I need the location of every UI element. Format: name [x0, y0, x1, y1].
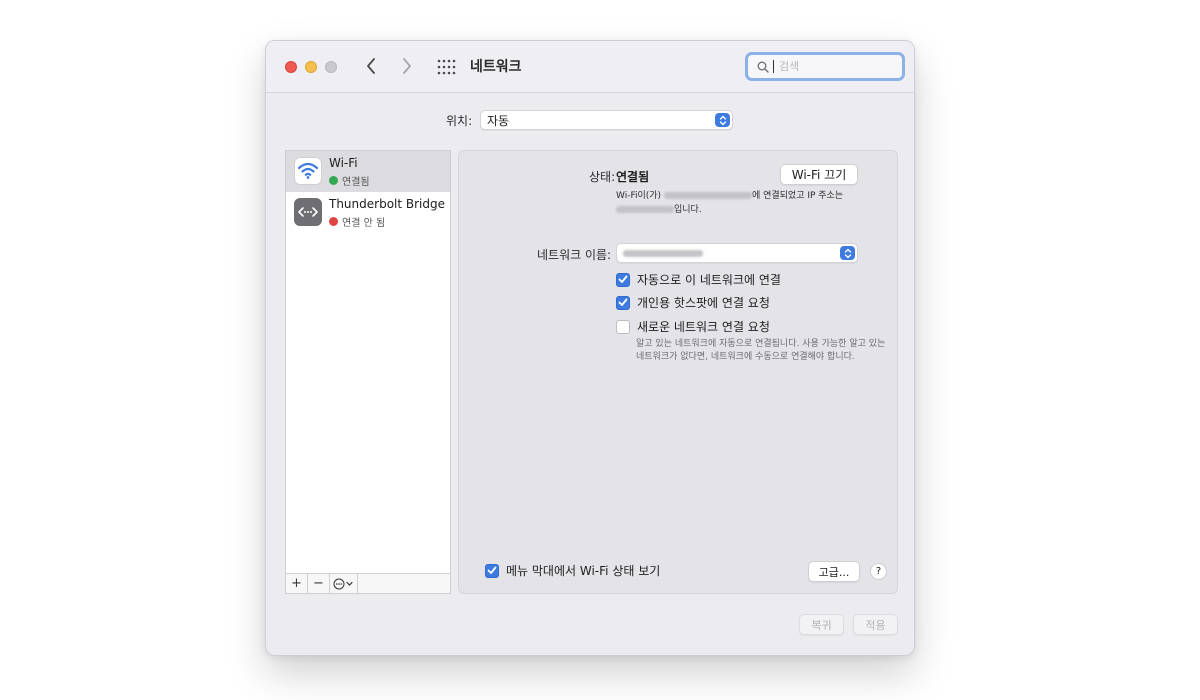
add-service-button[interactable]: + [286, 574, 308, 593]
search-icon [757, 61, 769, 73]
forward-chevron-icon [403, 58, 411, 74]
back-chevron-icon [367, 58, 375, 74]
apply-button[interactable]: 적용 [853, 614, 898, 635]
service-name: Wi-Fi [329, 156, 358, 170]
redacted-network-name [663, 192, 752, 199]
back-button[interactable] [361, 55, 381, 77]
revert-button[interactable]: 복귀 [799, 614, 844, 635]
remove-service-button[interactable]: − [308, 574, 330, 593]
grid-icon [437, 59, 456, 75]
search-input[interactable] [779, 60, 899, 73]
service-status-text: 연결 안 됨 [342, 218, 386, 229]
checkmark-icon [618, 275, 628, 283]
zoom-window-button[interactable] [325, 61, 337, 73]
service-list-toolbar: + − [285, 573, 451, 594]
show-in-menubar-label: 메뉴 막대에서 Wi-Fi 상태 보기 [506, 564, 661, 578]
close-window-button[interactable] [285, 61, 297, 73]
status-description-line1: Wi-Fi이(가) 에 연결되었고 IP 주소는 [616, 188, 843, 201]
service-list: Wi-Fi 연결됨 Thunderbolt Bridge 연결 안 됨 [285, 150, 451, 594]
text-cursor [773, 60, 774, 73]
forward-button[interactable] [397, 55, 417, 77]
checkmark-icon [487, 566, 497, 574]
auto-join-checkbox[interactable] [616, 272, 630, 287]
show-in-menubar-checkbox-row[interactable]: 메뉴 막대에서 Wi-Fi 상태 보기 [485, 562, 660, 579]
auto-join-checkbox-row[interactable]: 자동으로 이 네트워크에 연결 [616, 271, 781, 288]
checkmark-icon [618, 298, 628, 306]
show-all-button[interactable] [437, 58, 457, 76]
location-value: 자동 [487, 113, 510, 128]
location-label: 위치: [446, 114, 473, 128]
redacted-network-name [623, 249, 703, 257]
ellipsis-circle-icon [333, 578, 353, 589]
service-item-wifi[interactable]: Wi-Fi 연결됨 [286, 151, 450, 192]
status-dot-green [329, 176, 338, 185]
auto-join-label: 자동으로 이 네트워크에 연결 [637, 273, 781, 287]
desc-suffix-2: 입니다. [674, 205, 702, 215]
help-button[interactable]: ? [870, 563, 887, 580]
status-dot-red [329, 217, 338, 226]
ask-new-networks-label: 새로운 네트워크 연결 요청 [637, 320, 770, 334]
wifi-detail-panel: 상태: 연결됨 Wi-Fi 끄기 Wi-Fi이(가) 에 연결되었고 IP 주소… [458, 150, 898, 594]
network-name-popup[interactable] [616, 243, 858, 263]
redacted-ip-address [616, 206, 674, 213]
network-name-label: 네트워크 이름: [537, 248, 612, 262]
hotspot-checkbox[interactable] [616, 295, 630, 310]
popup-arrows-icon [715, 113, 730, 127]
minimize-window-button[interactable] [305, 61, 317, 73]
wifi-icon [294, 157, 322, 185]
service-item-thunderbolt-bridge[interactable]: Thunderbolt Bridge 연결 안 됨 [286, 192, 450, 233]
title-bar: 네트워크 [266, 41, 914, 93]
hotspot-label: 개인용 핫스팟에 연결 요청 [637, 296, 770, 310]
hotspot-checkbox-row[interactable]: 개인용 핫스팟에 연결 요청 [616, 294, 770, 311]
search-field[interactable] [745, 52, 905, 81]
service-name: Thunderbolt Bridge [329, 197, 446, 211]
service-status: 연결됨 [329, 173, 370, 188]
network-preferences-window: 네트워크 위치: 자동 Wi-Fi 연결 [265, 40, 915, 656]
ask-new-networks-checkbox[interactable] [616, 319, 630, 334]
turn-wifi-off-button[interactable]: Wi-Fi 끄기 [780, 164, 858, 185]
location-popup[interactable]: 자동 [480, 110, 733, 130]
status-description-line2: 입니다. [616, 202, 702, 215]
popup-arrows-icon [840, 246, 855, 260]
thunderbolt-icon [294, 198, 322, 226]
desc-suffix: 에 연결되었고 IP 주소는 [751, 191, 844, 201]
status-value: 연결됨 [616, 170, 650, 184]
ask-new-networks-checkbox-row[interactable]: 새로운 네트워크 연결 요청 [616, 318, 770, 335]
service-status: 연결 안 됨 [329, 214, 385, 229]
advanced-button[interactable]: 고급... [808, 561, 860, 582]
ask-new-networks-hint: 알고 있는 네트워크에 자동으로 연결됩니다. 사용 가능한 알고 있는 네트워… [636, 339, 886, 362]
desc-prefix: Wi-Fi이(가) [616, 191, 662, 201]
show-in-menubar-checkbox[interactable] [485, 563, 499, 578]
window-title: 네트워크 [470, 59, 522, 75]
service-actions-button[interactable] [330, 574, 358, 593]
status-label: 상태: [589, 170, 616, 184]
service-status-text: 연결됨 [342, 177, 370, 188]
